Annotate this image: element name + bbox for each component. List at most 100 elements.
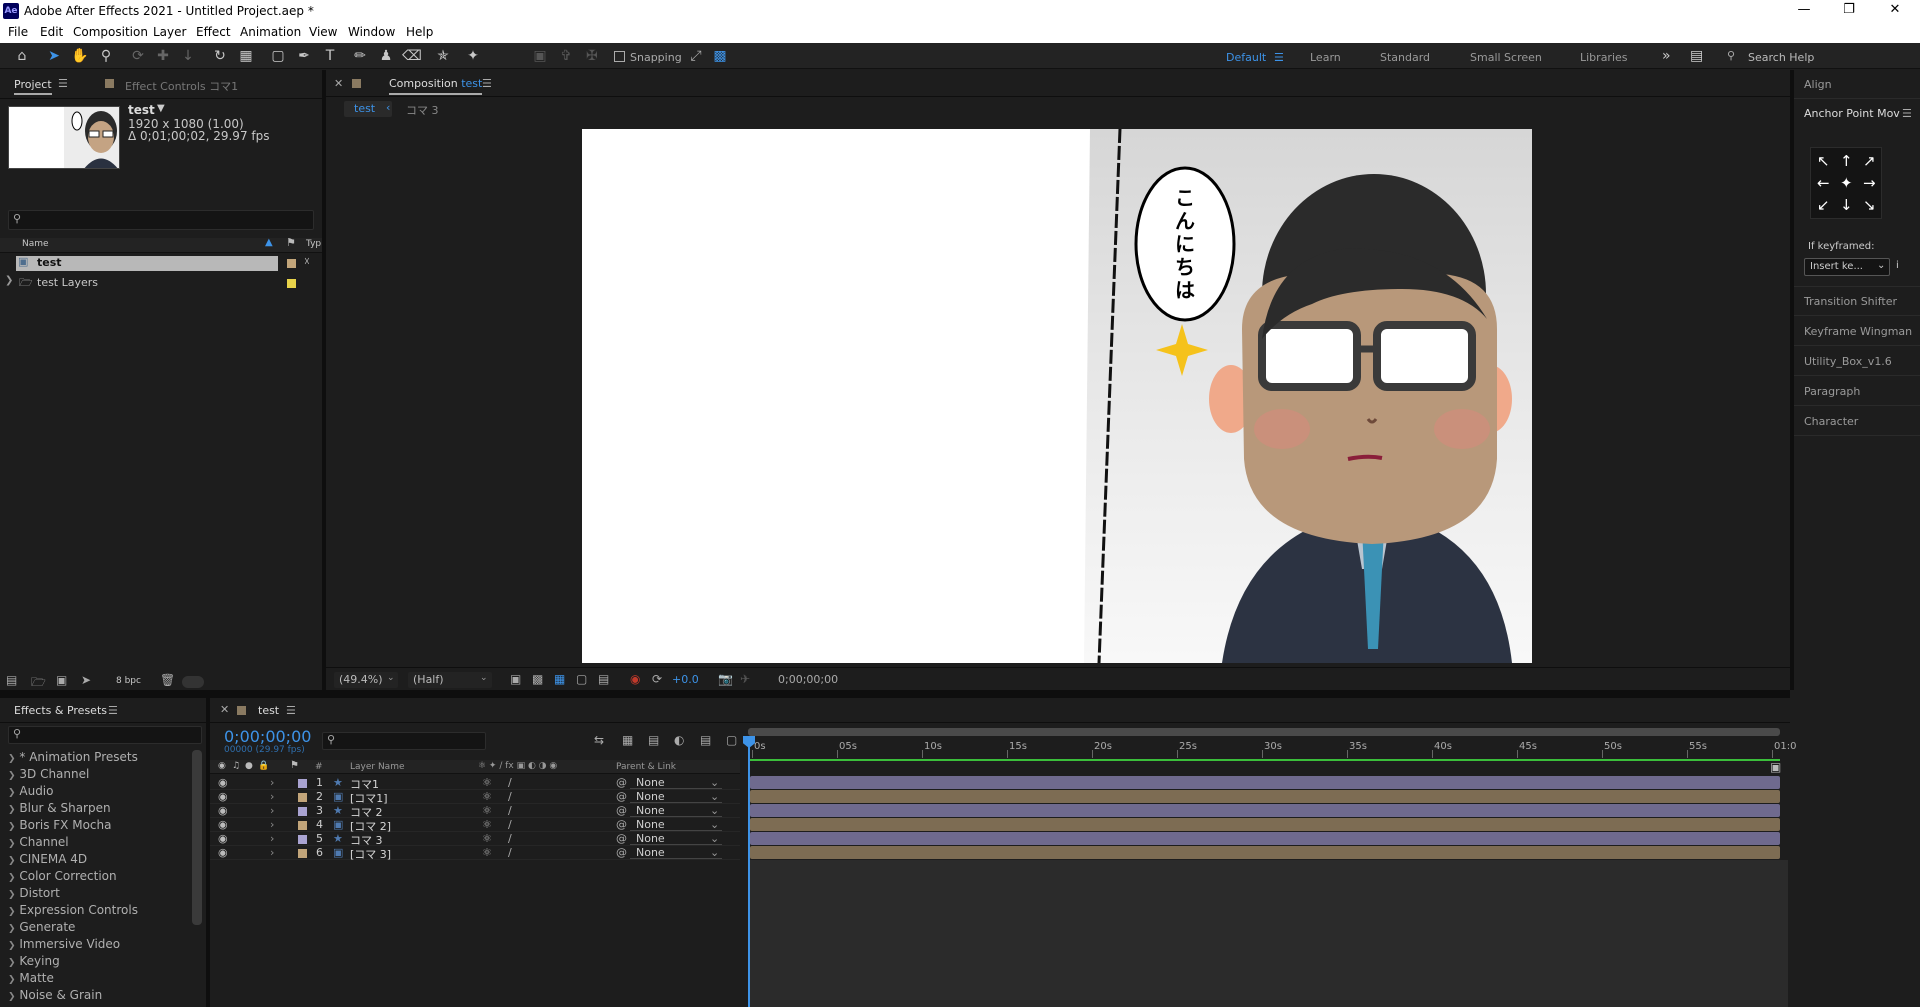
expand-arrow-icon[interactable]: › xyxy=(270,846,274,859)
frame-blending-icon[interactable]: ◐ xyxy=(674,733,684,747)
pickwhip-icon[interactable]: @ xyxy=(616,832,627,845)
effect-category[interactable]: ❯ Matte xyxy=(8,971,54,985)
snapshot-icon[interactable]: 📷 xyxy=(718,672,733,686)
type-tool-icon[interactable]: T xyxy=(320,47,340,65)
label-tag-icon[interactable]: ⚑ xyxy=(286,236,296,249)
sort-ascending-icon[interactable]: ▲ xyxy=(265,237,273,248)
breadcrumb-test[interactable]: test xyxy=(354,102,375,115)
effect-category[interactable]: ❯ 3D Channel xyxy=(8,767,89,781)
shy-switch-icon[interactable]: ⚛ xyxy=(482,846,492,859)
layer-label-color[interactable] xyxy=(298,779,307,788)
panel-menu-icon[interactable]: ☰ xyxy=(58,77,68,90)
eye-icon[interactable]: ◉ xyxy=(218,832,228,845)
resolution-dropdown[interactable]: (Half) ⌄ xyxy=(408,672,492,688)
mask-visibility-icon[interactable]: ▦ xyxy=(554,672,565,686)
label-color-swatch[interactable] xyxy=(287,279,296,288)
effects-scrollbar[interactable] xyxy=(192,750,202,925)
dolly-tool-icon[interactable]: ↓ xyxy=(178,47,198,65)
close-tab-icon[interactable]: ✕ xyxy=(220,703,229,716)
menu-view[interactable]: View xyxy=(309,25,337,39)
graph-editor-icon[interactable]: ▢ xyxy=(726,733,737,747)
local-axis-icon[interactable]: ▣ xyxy=(530,47,550,65)
transition-shifter-panel[interactable]: Transition Shifter xyxy=(1804,295,1897,308)
reset-exposure-icon[interactable]: ⟳ xyxy=(652,672,662,686)
utility-box-panel[interactable]: Utility_Box_v1.6 xyxy=(1804,355,1892,368)
playhead[interactable] xyxy=(748,738,750,1007)
layer-row[interactable]: ◉ › 4 ▣ [コマ 2] ⚛ ∕ @ None ⌄ xyxy=(210,818,740,833)
timeline-current-time[interactable]: 0;00;00;00 xyxy=(224,727,311,746)
zoom-dropdown[interactable]: (49.4%) ⌄ xyxy=(334,672,398,688)
arrow-down-icon[interactable]: ↓ xyxy=(1840,196,1853,214)
effects-presets-tab[interactable]: Effects & Presets xyxy=(14,704,107,717)
anchor-point-mover-header[interactable]: Anchor Point Mover xyxy=(1804,107,1900,120)
character-panel[interactable]: Character xyxy=(1804,415,1858,428)
expand-arrow-icon[interactable]: › xyxy=(270,776,274,789)
workspace-overflow-icon[interactable]: » xyxy=(1662,48,1671,64)
workspace-menu-icon[interactable]: ☰ xyxy=(1274,51,1284,64)
parent-select-box[interactable] xyxy=(630,791,722,803)
arrow-up-left-icon[interactable]: ↖ xyxy=(1817,152,1830,170)
layer-name[interactable]: [コマ 3] xyxy=(350,846,391,862)
selection-tool-icon[interactable]: ➤ xyxy=(44,47,64,65)
layer-row[interactable]: ◉ › 1 ★ コマ1 ⚛ ∕ @ None ⌄ xyxy=(210,776,740,791)
draft-3d-icon[interactable]: ▦ xyxy=(622,733,633,747)
effect-category[interactable]: ❯ Immersive Video xyxy=(8,937,120,951)
effect-category[interactable]: ❯ CINEMA 4D xyxy=(8,852,87,866)
lock-toggle-icon[interactable]: 🔒 xyxy=(258,761,269,771)
panel-menu-icon[interactable]: ☰ xyxy=(108,704,118,717)
show-snapshot-icon[interactable]: ✈ xyxy=(740,672,750,686)
close-icon[interactable]: ✕ xyxy=(1880,2,1910,20)
panel-menu-icon[interactable]: ☰ xyxy=(286,704,296,717)
new-composition-icon[interactable]: ▣ xyxy=(56,673,67,687)
project-item-test[interactable]: test xyxy=(37,256,62,269)
layer-label-color[interactable] xyxy=(298,807,307,816)
audio-toggle-icon[interactable]: ♫ xyxy=(232,761,240,771)
timeline-tab[interactable]: test xyxy=(258,704,279,717)
view-axis-icon[interactable]: ✠ xyxy=(582,47,602,65)
quality-switch-icon[interactable]: ∕ xyxy=(508,846,512,859)
breadcrumb-child[interactable]: コマ 3 xyxy=(406,102,439,118)
quality-switch-icon[interactable]: ∕ xyxy=(508,818,512,831)
pickwhip-icon[interactable]: @ xyxy=(616,776,627,789)
exposure-value[interactable]: +0.0 xyxy=(672,673,699,686)
arrow-left-icon[interactable]: ← xyxy=(1817,174,1830,192)
eye-icon[interactable]: ◉ xyxy=(218,776,228,789)
menu-window[interactable]: Window xyxy=(348,25,395,39)
pan-behind-tool-icon[interactable]: ▦ xyxy=(236,47,256,65)
video-toggle-icon[interactable]: ◉ xyxy=(218,761,226,771)
fast-previews-icon[interactable]: ▣ xyxy=(510,672,521,686)
current-time-display[interactable]: 0;00;00;00 xyxy=(778,673,838,686)
paragraph-panel[interactable]: Paragraph xyxy=(1804,385,1860,398)
shy-switch-icon[interactable]: ⚛ xyxy=(482,818,492,831)
menu-help[interactable]: Help xyxy=(406,25,433,39)
effects-search-input[interactable]: ⚲ xyxy=(8,726,202,744)
effect-category[interactable]: ❯ Expression Controls xyxy=(8,903,138,917)
effect-category[interactable]: ❯ Distort xyxy=(8,886,60,900)
quality-switch-icon[interactable]: ∕ xyxy=(508,790,512,803)
hand-tool-icon[interactable]: ✋ xyxy=(70,47,90,65)
composition-viewer[interactable]: こんにちは xyxy=(582,129,1532,663)
panel-menu-icon[interactable]: ☰ xyxy=(482,77,492,90)
preview-dropdown-icon[interactable]: ▼ xyxy=(157,103,165,114)
layer-duration-bar[interactable] xyxy=(750,776,1780,789)
pen-tool-icon[interactable]: ✒ xyxy=(294,47,314,65)
menu-layer[interactable]: Layer xyxy=(153,25,186,39)
expand-arrow-icon[interactable]: ❯ xyxy=(5,275,13,286)
column-layer-name[interactable]: Layer Name xyxy=(350,762,405,772)
menu-composition[interactable]: Composition xyxy=(73,25,148,39)
pickwhip-icon[interactable]: @ xyxy=(616,804,627,817)
pickwhip-icon[interactable]: @ xyxy=(616,846,627,859)
world-axis-icon[interactable]: ✞ xyxy=(556,47,576,65)
layer-duration-bar[interactable] xyxy=(750,790,1780,803)
layer-duration-bar[interactable] xyxy=(750,804,1780,817)
restore-icon[interactable]: ❐ xyxy=(1834,2,1864,20)
quality-switch-icon[interactable]: ∕ xyxy=(508,776,512,789)
search-help-input[interactable]: Search Help xyxy=(1748,51,1814,64)
menu-animation[interactable]: Animation xyxy=(240,25,301,39)
quality-switch-icon[interactable]: ∕ xyxy=(508,804,512,817)
solo-toggle-icon[interactable]: ● xyxy=(245,761,253,771)
orbit-tool-icon[interactable]: ⟳ xyxy=(128,47,148,65)
tab-effect-controls[interactable]: Effect Controls コマ1 xyxy=(125,78,238,94)
effect-category[interactable]: ❯ Blur & Sharpen xyxy=(8,801,111,815)
tab-project[interactable]: Project xyxy=(14,78,52,95)
